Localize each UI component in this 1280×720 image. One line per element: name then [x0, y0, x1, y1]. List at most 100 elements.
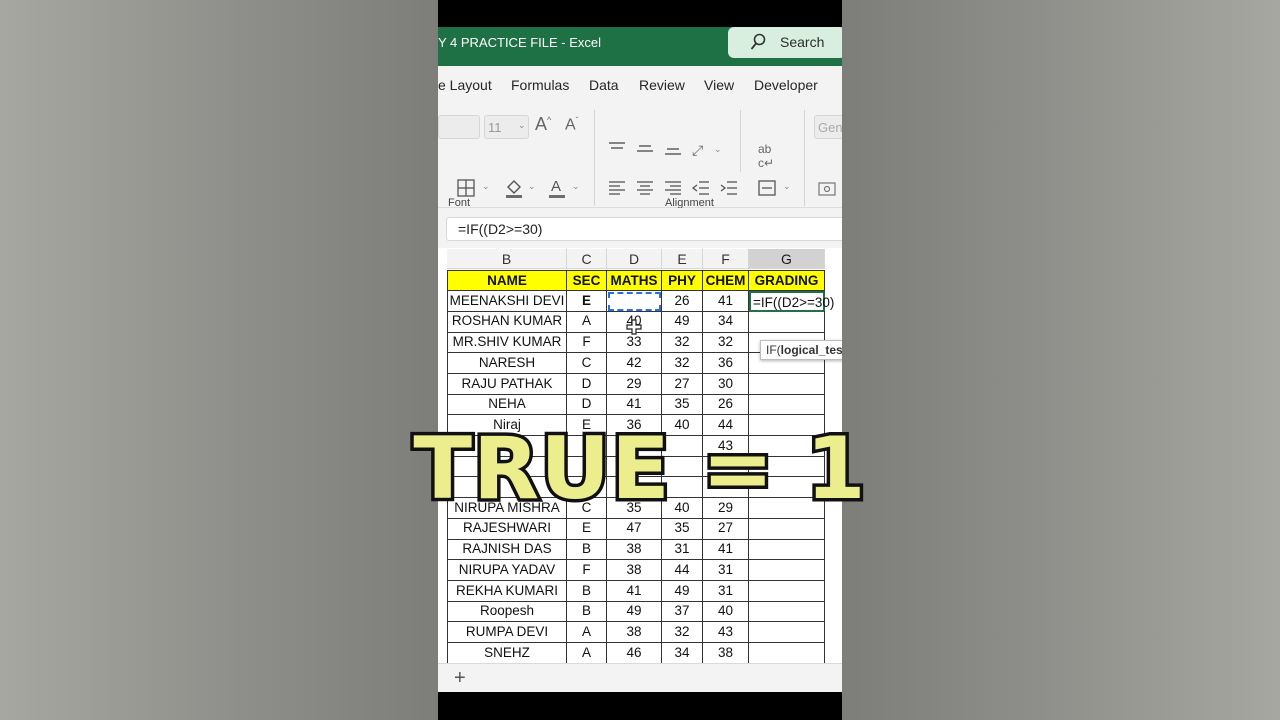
currency-format-icon[interactable] — [818, 182, 836, 196]
cell-chem[interactable]: 30 — [703, 373, 749, 395]
chevron-down-icon[interactable]: ⌄ — [783, 181, 791, 192]
header-cell-maths[interactable]: MATHS — [607, 270, 662, 292]
cell-maths[interactable]: 49 — [607, 601, 662, 623]
cell-maths[interactable] — [607, 290, 662, 312]
cell-sec[interactable]: A — [567, 621, 607, 644]
cell-sec[interactable]: F — [567, 332, 607, 354]
cell-chem[interactable]: 26 — [703, 394, 749, 416]
cell-maths[interactable]: 38 — [607, 539, 662, 561]
borders-icon[interactable] — [457, 179, 475, 197]
cell-grading[interactable] — [749, 642, 825, 664]
cell-maths[interactable]: 47 — [607, 518, 662, 540]
cell-grading[interactable] — [749, 539, 825, 561]
cell-chem[interactable]: 40 — [703, 601, 749, 623]
cell-phy[interactable]: 35 — [662, 394, 703, 416]
cell-phy[interactable]: 44 — [662, 559, 703, 581]
cell-name[interactable]: MR.SHIV KUMAR — [447, 332, 567, 354]
cell-name[interactable]: NEHA — [447, 394, 567, 416]
font-color-icon[interactable]: A — [548, 177, 566, 199]
cell-maths[interactable]: 29 — [607, 373, 662, 395]
header-cell-phy[interactable]: PHY — [662, 270, 703, 292]
column-header-b[interactable]: B — [447, 249, 567, 269]
cell-name[interactable]: MEENAKSHI DEVI — [447, 290, 567, 312]
chevron-down-icon[interactable]: ⌄ — [572, 181, 580, 192]
increase-font-icon[interactable]: A^ — [535, 114, 551, 135]
cell-grading[interactable] — [749, 580, 825, 602]
align-top-icon[interactable] — [608, 142, 626, 156]
cell-phy[interactable]: 27 — [662, 373, 703, 395]
cell-name[interactable]: Roopesh — [447, 601, 567, 623]
cell-name[interactable]: REKHA KUMARI — [447, 580, 567, 602]
merge-center-icon[interactable] — [758, 180, 776, 196]
cell-sec[interactable]: E — [567, 290, 607, 312]
tab-review[interactable]: Review — [639, 77, 685, 93]
cell-grading[interactable] — [749, 518, 825, 540]
cell-sec[interactable]: E — [567, 518, 607, 540]
cell-maths[interactable]: 38 — [607, 559, 662, 581]
align-left-icon[interactable] — [608, 181, 626, 195]
cell-grading[interactable] — [749, 559, 825, 581]
tab-page-layout[interactable]: e Layout — [438, 77, 492, 93]
cell-sec[interactable]: B — [567, 580, 607, 602]
cell-phy[interactable]: 32 — [662, 332, 703, 354]
cell-chem[interactable]: 41 — [703, 290, 749, 312]
cell-chem[interactable]: 32 — [703, 332, 749, 354]
cell-phy[interactable]: 35 — [662, 518, 703, 540]
cell-sec[interactable]: D — [567, 394, 607, 416]
cell-chem[interactable]: 43 — [703, 621, 749, 644]
column-header-f[interactable]: F — [703, 249, 749, 269]
increase-indent-icon[interactable] — [720, 181, 738, 195]
header-cell-sec[interactable]: SEC — [567, 270, 607, 292]
cell-name[interactable]: ROSHAN KUMAR — [447, 311, 567, 333]
cell-maths[interactable]: 41 — [607, 580, 662, 602]
cell-name[interactable]: SNEHZ — [447, 642, 567, 664]
tab-developer[interactable]: Developer — [754, 77, 818, 93]
align-center-icon[interactable] — [636, 181, 654, 195]
fill-color-icon[interactable] — [504, 177, 524, 199]
wrap-text-icon[interactable]: ab c↵ — [758, 142, 774, 170]
cell-sec[interactable]: B — [567, 539, 607, 561]
cell-grading[interactable] — [749, 394, 825, 416]
cell-phy[interactable]: 32 — [662, 352, 703, 374]
cell-sec[interactable]: F — [567, 559, 607, 581]
cell-name[interactable]: RAJNISH DAS — [447, 539, 567, 561]
font-name-dropdown[interactable] — [438, 115, 480, 139]
formula-input[interactable]: =IF((D2>=30) — [446, 217, 842, 241]
add-sheet-icon[interactable]: + — [454, 667, 466, 690]
cell-phy[interactable]: 32 — [662, 621, 703, 644]
chevron-down-icon[interactable]: ⌄ — [714, 144, 722, 155]
cell-phy[interactable]: 26 — [662, 290, 703, 312]
cell-grading[interactable]: =IF((D2>=30) — [749, 290, 834, 312]
align-right-icon[interactable] — [664, 181, 682, 195]
cell-sec[interactable]: A — [567, 311, 607, 333]
align-bottom-icon[interactable] — [664, 142, 682, 156]
tab-data[interactable]: Data — [589, 77, 619, 93]
header-cell-grading[interactable]: GRADING — [749, 270, 825, 292]
cell-phy[interactable]: 49 — [662, 311, 703, 333]
cell-chem[interactable]: 27 — [703, 518, 749, 540]
cell-chem[interactable]: 34 — [703, 311, 749, 333]
cell-chem[interactable]: 36 — [703, 352, 749, 374]
search-box[interactable]: Search — [728, 27, 842, 58]
chevron-down-icon[interactable]: ⌄ — [482, 181, 490, 192]
cell-maths[interactable]: 41 — [607, 394, 662, 416]
cell-grading[interactable] — [749, 311, 825, 333]
header-cell-name[interactable]: NAME — [447, 270, 567, 292]
orientation-icon[interactable]: ⤢ — [692, 142, 703, 159]
tab-formulas[interactable]: Formulas — [511, 77, 569, 93]
cell-grading[interactable] — [749, 601, 825, 623]
font-size-dropdown[interactable]: 11 ⌄ — [484, 115, 529, 139]
header-cell-chem[interactable]: CHEM — [703, 270, 749, 292]
cell-sec[interactable]: C — [567, 352, 607, 374]
cell-sec[interactable]: A — [567, 642, 607, 664]
decrease-font-icon[interactable]: Aˇ — [565, 116, 578, 134]
number-format-dropdown[interactable]: Gene — [814, 115, 842, 139]
decrease-indent-icon[interactable] — [692, 181, 710, 195]
tab-view[interactable]: View — [704, 77, 734, 93]
cell-sec[interactable]: D — [567, 373, 607, 395]
cell-name[interactable]: RAJU PATHAK — [447, 373, 567, 395]
cell-maths[interactable]: 33 — [607, 332, 662, 354]
column-header-e[interactable]: E — [662, 249, 703, 269]
chevron-down-icon[interactable]: ⌄ — [528, 181, 536, 192]
cell-maths[interactable]: 46 — [607, 642, 662, 664]
